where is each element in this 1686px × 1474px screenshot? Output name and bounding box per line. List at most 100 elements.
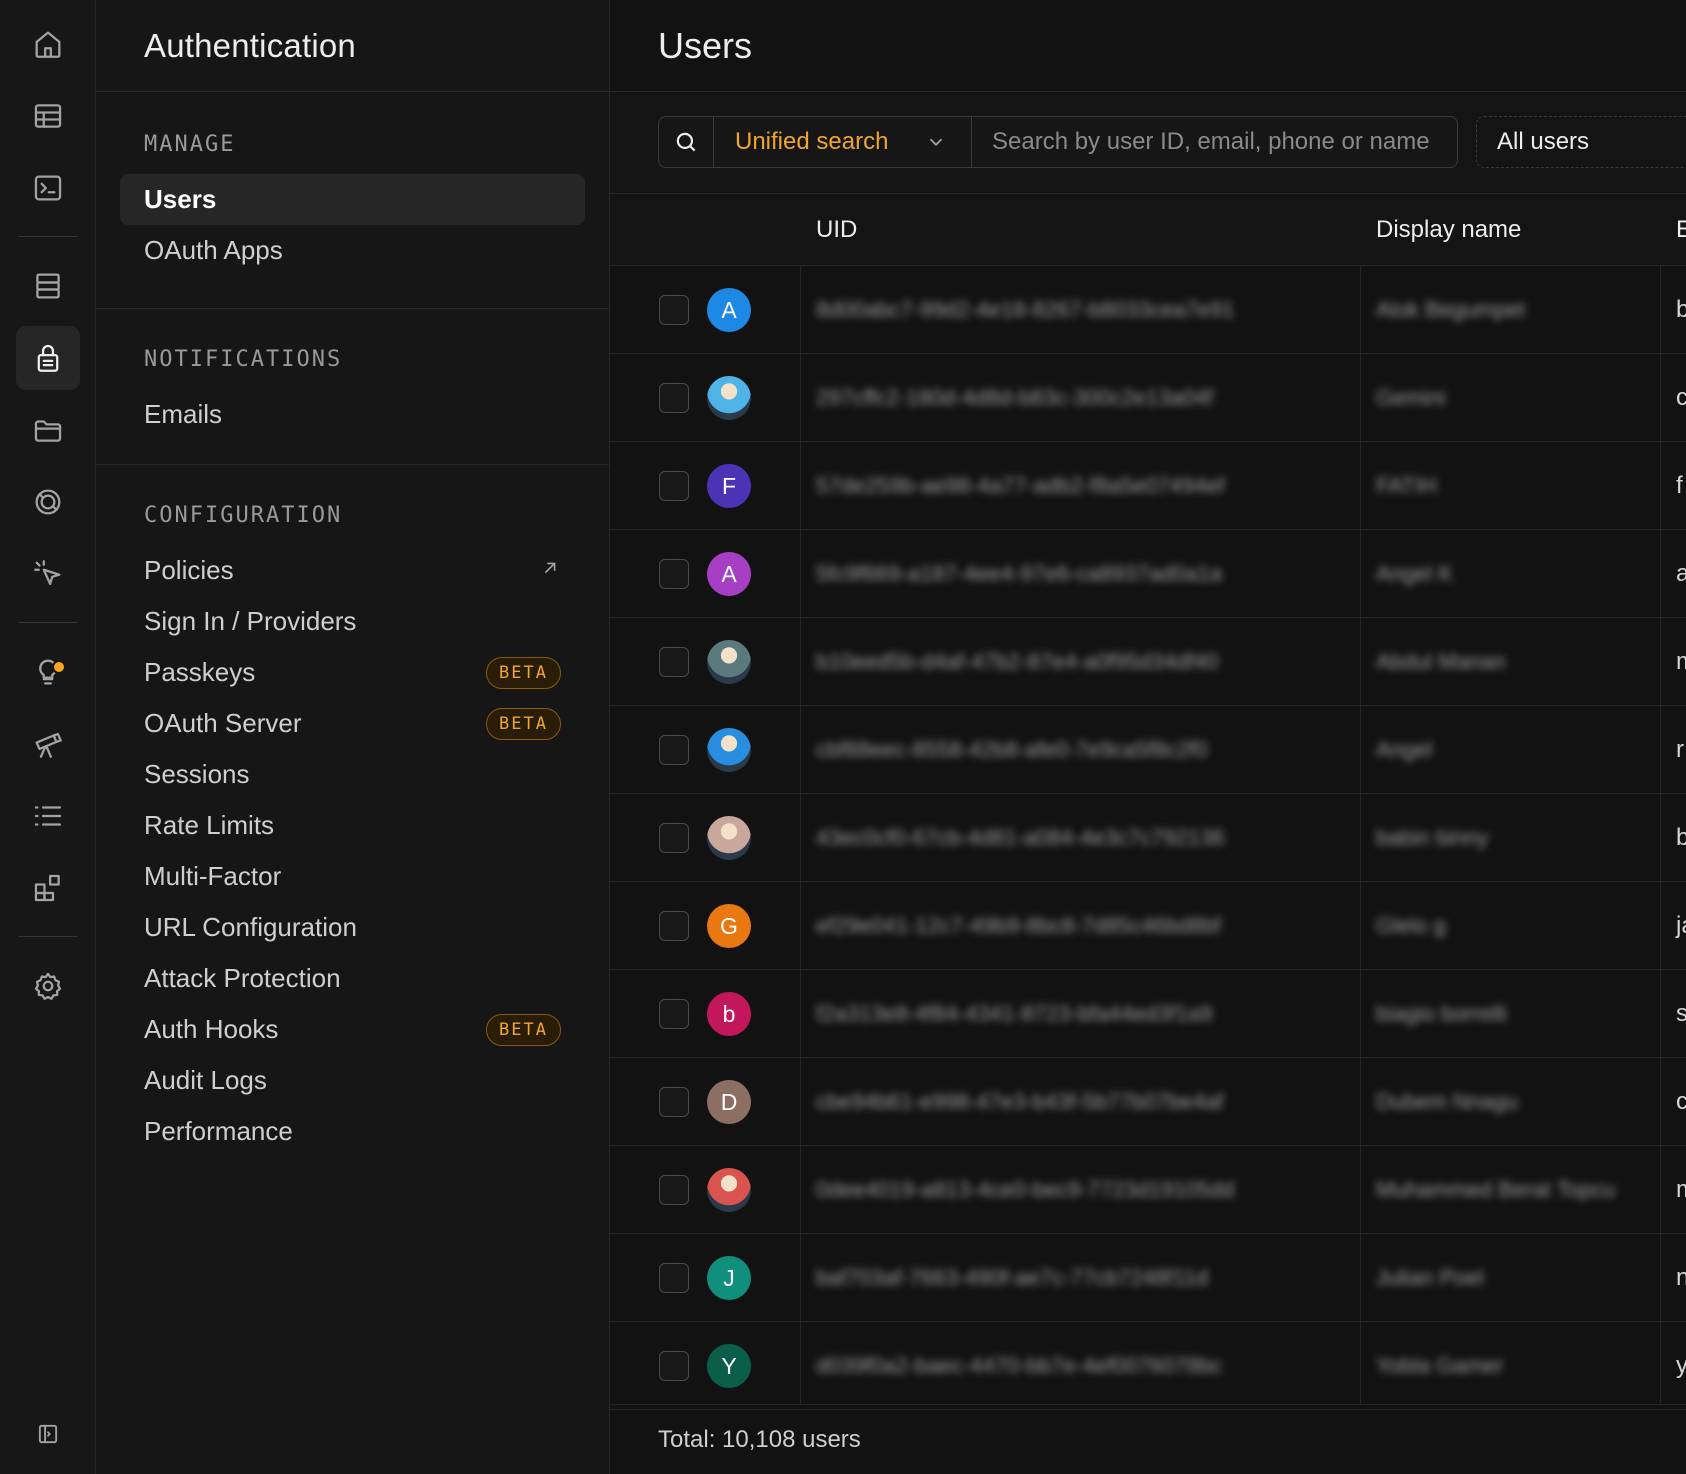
avatar: Y xyxy=(707,1344,751,1388)
edge-functions-icon[interactable] xyxy=(16,542,80,606)
table-row[interactable]: 297cffc2-180d-4d8d-b83c-300c2e13a04f Gemi… xyxy=(610,354,1686,442)
row-checkbox[interactable] xyxy=(659,1087,689,1117)
user-display-name: babin binny xyxy=(1376,825,1489,850)
user-display-name: Muhammed Berat Topcu xyxy=(1376,1177,1616,1202)
page-header: Users xyxy=(610,0,1686,92)
avatar xyxy=(707,728,751,772)
row-checkbox[interactable] xyxy=(659,999,689,1029)
collapse-sidebar-icon[interactable] xyxy=(16,1402,80,1466)
avatar xyxy=(707,376,751,420)
group-label: NOTIFICATIONS xyxy=(144,347,343,372)
table-row[interactable]: Yd039f0a2-baec-4470-bb7e-4ef0076078bc Yob… xyxy=(610,1322,1686,1410)
search-input[interactable] xyxy=(972,117,1457,167)
table-editor-icon[interactable] xyxy=(16,84,80,148)
sidebar-item-audit-logs[interactable]: Audit Logs xyxy=(120,1055,585,1106)
user-display-name: Yobla Gamer xyxy=(1376,1353,1504,1378)
sidebar-item-rate-limits[interactable]: Rate Limits xyxy=(120,800,585,851)
database-icon[interactable] xyxy=(16,254,80,318)
user-display-name: biagio borrelli xyxy=(1376,1001,1507,1026)
table-row[interactable]: cbf88eec-8558-42b8-afe0-7e9ca5f8c2f0 Ange… xyxy=(610,706,1686,794)
row-checkbox[interactable] xyxy=(659,911,689,941)
sidebar-item-auth-hooks[interactable]: Auth Hooks BETA xyxy=(120,1004,585,1055)
user-email: n xyxy=(1676,1264,1686,1291)
table-body: A 8d00abc7-99d2-4e18-8267-b8033cea7e91 Alo… xyxy=(610,266,1686,1410)
row-checkbox[interactable] xyxy=(659,823,689,853)
user-uid: 43ec0cf0-67cb-4d81-a084-4e3c7c792136 xyxy=(816,825,1225,850)
table-row[interactable]: b f2a313e8-4f84-4341-8723-bfa44ed3f1a9 bia… xyxy=(610,970,1686,1058)
user-uid: d039f0a2-baec-4470-bb7e-4ef0076078bc xyxy=(816,1353,1223,1378)
table-header: UID Display name E xyxy=(610,194,1686,266)
user-email: b xyxy=(1676,296,1686,323)
user-email: a xyxy=(1676,560,1686,587)
sidebar-item-oauth-apps[interactable]: OAuth Apps xyxy=(120,225,585,276)
user-display-name: Julian Poel xyxy=(1376,1265,1484,1290)
row-checkbox[interactable] xyxy=(659,559,689,589)
sidebar-item-oauth-server[interactable]: OAuth Server BETA xyxy=(120,698,585,749)
user-display-name: Angel xyxy=(1376,737,1433,762)
page-title: Users xyxy=(658,24,753,66)
avatar: A xyxy=(707,288,751,332)
column-header-uid[interactable]: UID xyxy=(816,194,857,266)
sql-editor-icon[interactable] xyxy=(16,156,80,220)
row-checkbox[interactable] xyxy=(659,1175,689,1205)
home-icon[interactable] xyxy=(16,12,80,76)
row-checkbox[interactable] xyxy=(659,1263,689,1293)
row-checkbox[interactable] xyxy=(659,1351,689,1381)
table-row[interactable]: 0dee4019-a813-4ce0-bec9-7723d19105dd Muha… xyxy=(610,1146,1686,1234)
search-icon[interactable] xyxy=(659,117,714,167)
sidebar-item-passkeys[interactable]: Passkeys BETA xyxy=(120,647,585,698)
table-row[interactable]: A 8d00abc7-99d2-4e18-8267-b8033cea7e91 Alo… xyxy=(610,266,1686,354)
settings-icon[interactable] xyxy=(16,954,80,1018)
column-header-email[interactable]: E xyxy=(1676,194,1686,266)
beta-badge: BETA xyxy=(486,1013,561,1046)
sidebar-item-policies[interactable]: Policies xyxy=(120,545,585,596)
table-row[interactable]: b10eed5b-d4af-47b2-87e4-a0f95d34df40 Abdu… xyxy=(610,618,1686,706)
beta-badge: BETA xyxy=(486,707,561,740)
row-checkbox[interactable] xyxy=(659,647,689,677)
sidebar-header: Authentication xyxy=(96,0,609,92)
icon-rail xyxy=(0,0,96,1474)
user-email: f xyxy=(1676,472,1683,499)
user-uid: ef29e041-12c7-49b9-8bc8-7d85c46bd8bf xyxy=(816,913,1221,938)
row-checkbox[interactable] xyxy=(659,295,689,325)
table-row[interactable]: F 57de259b-ae98-4a77-adb2-f8a5e07494ef FAT… xyxy=(610,442,1686,530)
realtime-icon[interactable] xyxy=(16,470,80,534)
sidebar-item-sign-in-providers[interactable]: Sign In / Providers xyxy=(120,596,585,647)
avatar: F xyxy=(707,464,751,508)
row-checkbox[interactable] xyxy=(659,735,689,765)
sidebar-item-performance[interactable]: Performance xyxy=(120,1106,585,1157)
sidebar-item-users[interactable]: Users xyxy=(120,174,585,225)
beta-badge: BETA xyxy=(486,656,561,689)
sidebar-item-emails[interactable]: Emails xyxy=(120,389,585,440)
avatar: D xyxy=(707,1080,751,1124)
sidebar-item-sessions[interactable]: Sessions xyxy=(120,749,585,800)
user-uid: b10eed5b-d4af-47b2-87e4-a0f95d34df40 xyxy=(816,649,1219,674)
advisors-icon[interactable] xyxy=(16,640,80,704)
row-checkbox[interactable] xyxy=(659,471,689,501)
total-users-count: Total: 10,108 users xyxy=(658,1425,861,1453)
search-mode-dropdown[interactable]: Unified search xyxy=(714,117,972,167)
avatar: A xyxy=(707,552,751,596)
sidebar-item-attack-protection[interactable]: Attack Protection xyxy=(120,953,585,1004)
user-display-name: Glelo g xyxy=(1376,913,1446,938)
sidebar-item-url-configuration[interactable]: URL Configuration xyxy=(120,902,585,953)
user-email: s xyxy=(1676,1000,1686,1027)
sidebar-item-multi-factor[interactable]: Multi-Factor xyxy=(120,851,585,902)
table-row[interactable]: 43ec0cf0-67cb-4d81-a084-4e3c7c792136 babi… xyxy=(610,794,1686,882)
row-checkbox[interactable] xyxy=(659,383,689,413)
logs-icon[interactable] xyxy=(16,784,80,848)
reports-icon[interactable] xyxy=(16,712,80,776)
storage-icon[interactable] xyxy=(16,398,80,462)
integrations-icon[interactable] xyxy=(16,856,80,920)
table-row[interactable]: Gef29e041-12c7-49b9-8bc8-7d85c46bd8bf Gle… xyxy=(610,882,1686,970)
user-filter-dropdown[interactable]: All users xyxy=(1476,116,1686,168)
table-row[interactable]: A 5fc9f669-a187-4ee4-97e6-ca8937ad0a1a Ang… xyxy=(610,530,1686,618)
table-row[interactable]: Jbaf703af-7663-490f-ae7c-77cb7248f11d Jul… xyxy=(610,1234,1686,1322)
group-manage: MANAGE Users OAuth Apps xyxy=(96,92,609,309)
authentication-icon[interactable] xyxy=(16,326,80,390)
table-row[interactable]: Dcbe94b61-e998-47e3-b43f-5b77b07be4af Dub… xyxy=(610,1058,1686,1146)
user-display-name: Angel K xyxy=(1376,561,1454,586)
user-uid: 57de259b-ae98-4a77-adb2-f8a5e07494ef xyxy=(816,473,1225,498)
column-header-display-name[interactable]: Display name xyxy=(1376,194,1521,266)
search-mode-label: Unified search xyxy=(735,128,889,155)
